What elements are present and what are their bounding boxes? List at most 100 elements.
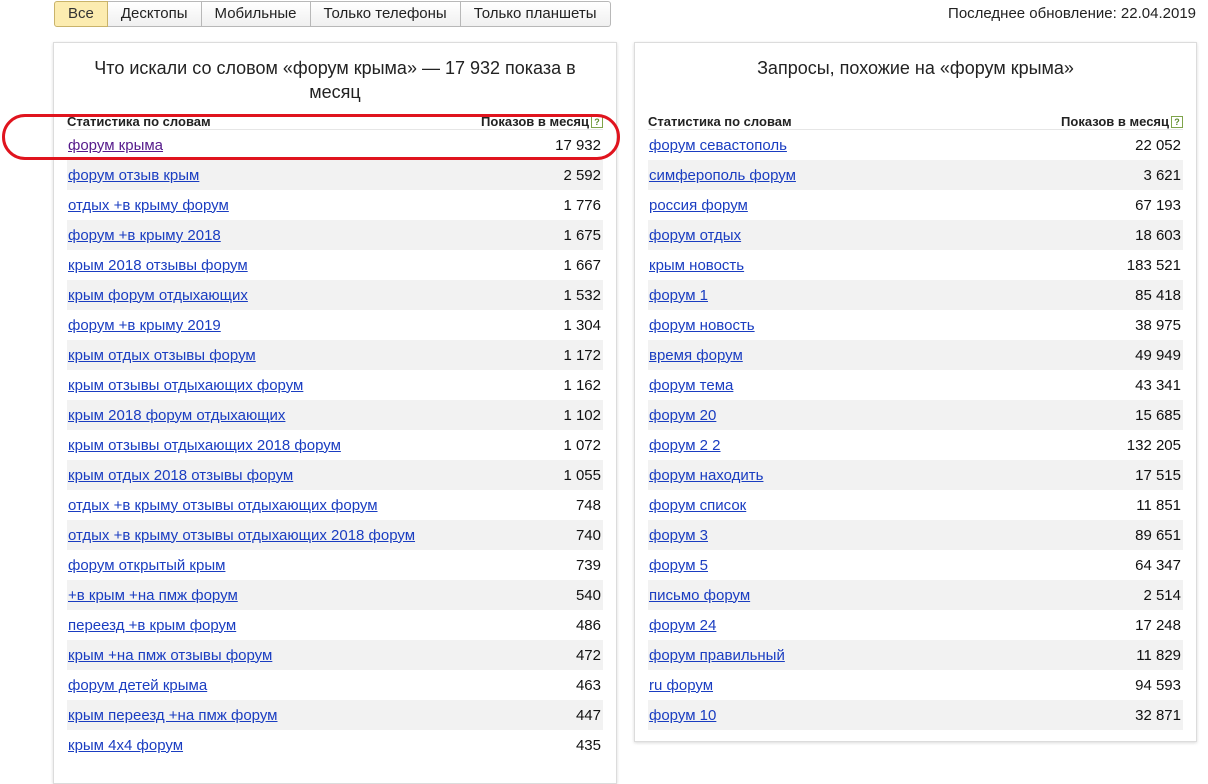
tab-tablets-only[interactable]: Только планшеты — [460, 1, 611, 27]
phrase-link[interactable]: форум новость — [649, 317, 755, 334]
impressions-count: 38 975 — [1135, 316, 1181, 334]
phrase-link[interactable]: форум находить — [649, 467, 763, 484]
phrase-link[interactable]: письмо форум — [649, 587, 750, 604]
left-panel-title: Что искали со словом «форум крыма» — 17 … — [94, 58, 576, 102]
impressions-count: 132 205 — [1126, 436, 1181, 454]
table-row: форум крыма 17 932 — [67, 130, 603, 160]
impressions-count: 1 776 — [563, 196, 601, 214]
phrase-link[interactable]: симферополь форум — [649, 167, 796, 184]
phrase-link[interactable]: форум 10 — [649, 707, 716, 724]
tab-desktops[interactable]: Десктопы — [107, 1, 202, 27]
table-row: письмо форум 2 514 — [648, 580, 1183, 610]
impressions-count: 1 675 — [563, 226, 601, 244]
table-row: +в крым +на пмж форум 540 — [67, 580, 603, 610]
phrase-link[interactable]: форум правильный — [649, 647, 785, 664]
table-row: форум отдых 18 603 — [648, 220, 1183, 250]
phrase-link[interactable]: форум крыма — [68, 137, 163, 154]
impressions-count: 17 248 — [1135, 616, 1181, 634]
phrase-link[interactable]: крым 4х4 форум — [68, 737, 183, 754]
impressions-count: 89 651 — [1135, 526, 1181, 544]
col-words-header: Статистика по словам — [648, 114, 792, 129]
table-row: крым переезд +на пмж форум 447 — [67, 700, 603, 730]
table-row: отдых +в крыму отзывы отдыхающих форум 74… — [67, 490, 603, 520]
impressions-count: 3 621 — [1143, 166, 1181, 184]
phrase-link[interactable]: переезд +в крым форум — [68, 617, 236, 634]
phrase-link[interactable]: форум 5 — [649, 557, 708, 574]
table-row: симферополь форум 3 621 — [648, 160, 1183, 190]
phrase-link[interactable]: форум 1 — [649, 287, 708, 304]
table-row: форум 24 17 248 — [648, 610, 1183, 640]
phrase-link[interactable]: форум отзыв крым — [68, 167, 199, 184]
impressions-count: 18 603 — [1135, 226, 1181, 244]
help-icon[interactable]: ? — [1171, 115, 1183, 128]
impressions-count: 435 — [575, 736, 601, 754]
left-panel-words: Что искали со словом «форум крыма» — 17 … — [53, 42, 617, 784]
table-row: форум новость 38 975 — [648, 310, 1183, 340]
tab-all[interactable]: Все — [54, 1, 108, 27]
impressions-count: 22 052 — [1135, 136, 1181, 154]
table-row: форум список 11 851 — [648, 490, 1183, 520]
phrase-link[interactable]: форум детей крыма — [68, 677, 207, 694]
table-row: крым отзывы отдыхающих форум 1 162 — [67, 370, 603, 400]
table-row: ru форум 94 593 — [648, 670, 1183, 700]
impressions-count: 11 829 — [1136, 646, 1181, 664]
phrase-link[interactable]: крым 2018 отзывы форум — [68, 257, 248, 274]
impressions-count: 11 851 — [1136, 496, 1181, 514]
phrase-link[interactable]: россия форум — [649, 197, 748, 214]
phrase-link[interactable]: крым отдых 2018 отзывы форум — [68, 467, 293, 484]
phrase-link[interactable]: +в крым +на пмж форум — [68, 587, 238, 604]
impressions-count: 17 515 — [1135, 466, 1181, 484]
impressions-count: 32 871 — [1135, 706, 1181, 724]
impressions-count: 1 072 — [563, 436, 601, 454]
phrase-link[interactable]: крым 2018 форум отдыхающих — [68, 407, 285, 424]
table-row: форум 10 32 871 — [648, 700, 1183, 730]
tab-phones-only[interactable]: Только телефоны — [310, 1, 461, 27]
phrase-link[interactable]: крым переезд +на пмж форум — [68, 707, 278, 724]
phrase-link[interactable]: крым отзывы отдыхающих форум — [68, 377, 303, 394]
right-panel-title: Запросы, похожие на «форум крыма» — [757, 58, 1074, 78]
col-count-header: Показов в месяц — [481, 114, 589, 129]
table-row: форум 2 2 132 205 — [648, 430, 1183, 460]
table-row: форум 20 15 685 — [648, 400, 1183, 430]
impressions-count: 1 667 — [563, 256, 601, 274]
impressions-count: 1 172 — [563, 346, 601, 364]
table-row: отдых +в крыму отзывы отдыхающих 2018 фо… — [67, 520, 603, 550]
impressions-count: 2 514 — [1143, 586, 1181, 604]
phrase-link[interactable]: форум 2 2 — [649, 437, 721, 454]
phrase-link[interactable]: форум +в крыму 2018 — [68, 227, 221, 244]
phrase-link[interactable]: форум открытый крым — [68, 557, 225, 574]
table-row: форум 3 89 651 — [648, 520, 1183, 550]
phrase-link[interactable]: ru форум — [649, 677, 713, 694]
table-row: форум севастополь 22 052 — [648, 130, 1183, 160]
phrase-link[interactable]: форум 24 — [649, 617, 716, 634]
phrase-link[interactable]: форум отдых — [649, 227, 741, 244]
left-table: Статистика по словам Показов в месяц ? ф… — [67, 110, 603, 760]
phrase-link[interactable]: крым отзывы отдыхающих 2018 форум — [68, 437, 341, 454]
phrase-link[interactable]: время форум — [649, 347, 743, 364]
impressions-count: 463 — [575, 676, 601, 694]
phrase-link[interactable]: отдых +в крыму форум — [68, 197, 229, 214]
tab-mobile[interactable]: Мобильные — [201, 1, 311, 27]
table-row: крым форум отдыхающих 1 532 — [67, 280, 603, 310]
phrase-link[interactable]: форум список — [649, 497, 746, 514]
right-panel-similar: Запросы, похожие на «форум крыма» Статис… — [634, 42, 1197, 742]
last-update-text: Последнее обновление: 22.04.2019 — [948, 5, 1196, 22]
phrase-link[interactable]: форум 20 — [649, 407, 716, 424]
impressions-count: 67 193 — [1135, 196, 1181, 214]
phrase-link[interactable]: отдых +в крыму отзывы отдыхающих 2018 фо… — [68, 527, 415, 544]
phrase-link[interactable]: форум тема — [649, 377, 733, 394]
phrase-link[interactable]: крым +на пмж отзывы форум — [68, 647, 272, 664]
phrase-link[interactable]: форум 3 — [649, 527, 708, 544]
right-table: Статистика по словам Показов в месяц ? ф… — [648, 110, 1183, 730]
impressions-count: 85 418 — [1135, 286, 1181, 304]
help-icon[interactable]: ? — [591, 115, 603, 128]
phrase-link[interactable]: крым новость — [649, 257, 744, 274]
phrase-link[interactable]: форум +в крыму 2019 — [68, 317, 221, 334]
phrase-link[interactable]: крым форум отдыхающих — [68, 287, 248, 304]
impressions-count: 540 — [575, 586, 601, 604]
phrase-link[interactable]: форум севастополь — [649, 137, 787, 154]
phrase-link[interactable]: отдых +в крыму отзывы отдыхающих форум — [68, 497, 378, 514]
table-row: форум отзыв крым 2 592 — [67, 160, 603, 190]
table-row: отдых +в крыму форум 1 776 — [67, 190, 603, 220]
phrase-link[interactable]: крым отдых отзывы форум — [68, 347, 256, 364]
